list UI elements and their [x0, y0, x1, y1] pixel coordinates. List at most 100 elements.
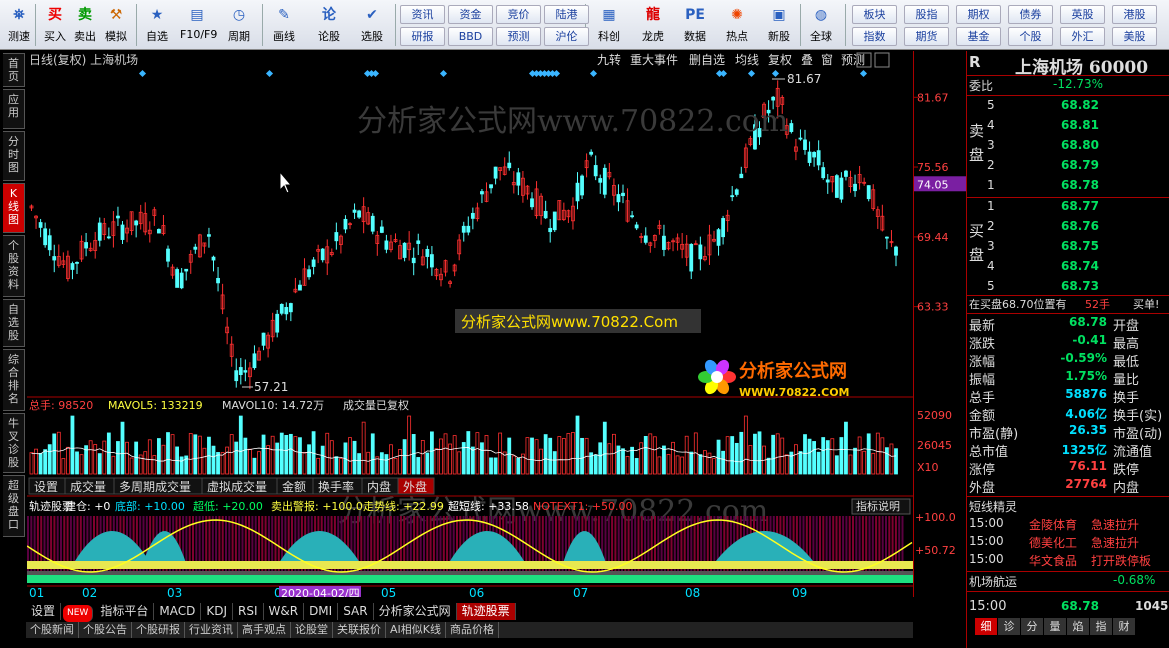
indicator-tab[interactable]: NEW	[63, 605, 94, 622]
market-button[interactable]: 资金	[448, 5, 493, 24]
info-tab[interactable]: 行业资讯	[185, 622, 238, 638]
market-button[interactable]: 外汇	[1060, 27, 1105, 46]
speedtest-button[interactable]: ⛯ 测速	[2, 3, 36, 47]
market-button[interactable]: 指数	[852, 27, 897, 46]
left-tab[interactable]: 自 选 股	[3, 299, 25, 347]
volume-bar	[111, 455, 116, 475]
left-tab[interactable]: 个 股 资 料	[3, 235, 25, 297]
market-button[interactable]: 预测	[496, 27, 541, 46]
candle	[338, 234, 343, 254]
month-label: 03	[167, 586, 182, 597]
indicator-tab[interactable]: RSI	[233, 603, 264, 620]
market-button[interactable]: 港股	[1112, 5, 1157, 24]
quote-tab[interactable]: 细	[975, 618, 997, 635]
info-tab[interactable]: 论股堂	[291, 622, 333, 638]
quote-cell: 52手	[1085, 298, 1110, 311]
market-button[interactable]: 基金	[956, 27, 1001, 46]
info-tab[interactable]: 高手观点	[238, 622, 291, 638]
quote-cell: 4	[987, 259, 995, 273]
left-tab[interactable]: 分 时 图	[3, 131, 25, 181]
watchlist-button[interactable]: ★ 自选	[140, 3, 174, 47]
info-tab[interactable]: 个股研报	[132, 622, 185, 638]
quote-tab[interactable]: 量	[1044, 618, 1066, 635]
period-icon: ◷	[232, 7, 246, 23]
indicator-tab[interactable]: 轨迹股票	[456, 603, 516, 620]
market-button[interactable]: 英股	[1060, 5, 1105, 24]
market-button[interactable]: 竞价	[496, 5, 541, 24]
market-button[interactable]: 陆港	[544, 5, 589, 24]
sell-button[interactable]: 卖卖出	[68, 3, 102, 47]
global-button[interactable]: ◍ 全球	[804, 3, 838, 47]
left-tab[interactable]: 超 级 盘 口	[3, 475, 25, 537]
candle	[743, 143, 748, 173]
stockpick-button[interactable]: ✔ 选股	[355, 3, 389, 47]
drawline-button[interactable]: ✎ 画线	[267, 3, 301, 47]
candle	[370, 213, 375, 235]
left-tab[interactable]: K 线 图	[3, 183, 25, 233]
longhu-button[interactable]: 龍龙虎	[636, 3, 670, 47]
market-button[interactable]: 股指	[904, 5, 949, 24]
volume-bar	[193, 434, 198, 475]
quote-tabs: 细诊分量焰指财	[975, 618, 1136, 635]
info-tab[interactable]: 关联报价	[333, 622, 386, 638]
volume-bar	[275, 442, 280, 475]
quote-tab[interactable]: 分	[1021, 618, 1043, 635]
data-button[interactable]: PE 数据	[678, 3, 712, 47]
newstock-button[interactable]: ▣ 新股	[762, 3, 796, 47]
market-button[interactable]: 美股	[1112, 27, 1157, 46]
simulate-button[interactable]: ⚒ 模拟	[99, 3, 133, 47]
left-tab[interactable]: 综 合 排 名	[3, 349, 25, 411]
indicator-tab[interactable]: 分析家公式网	[374, 603, 457, 620]
candle	[170, 264, 175, 279]
left-tab[interactable]: 牛 叉 诊 股	[3, 413, 25, 473]
discuss-button[interactable]: 论论股	[312, 3, 346, 47]
kline-chart[interactable]: 日线(复权) 上海机场 九转 重大事件 删自选 均线 复权叠窗预测分析家公式网www.70…	[26, 51, 913, 600]
indicator-tab[interactable]: MACD	[154, 603, 202, 620]
indicator-tab[interactable]: W&R	[264, 603, 305, 620]
f10-button[interactable]: ▤ F10/F9	[180, 3, 217, 47]
market-button[interactable]: 期货	[904, 27, 949, 46]
volume-bar	[680, 456, 685, 475]
market-button[interactable]: 债券	[1008, 5, 1053, 24]
volume-bar	[425, 452, 430, 475]
market-button[interactable]: BBD	[448, 27, 493, 46]
left-tab[interactable]: 首 页	[3, 53, 25, 87]
indicator-tab[interactable]: 指标平台	[95, 603, 155, 620]
market-button[interactable]: 沪伦	[544, 27, 589, 46]
low-label: 57.21	[254, 380, 288, 394]
candle	[261, 332, 266, 351]
kechuang-button[interactable]: ▦ 科创	[592, 3, 626, 47]
price-tick: 81.67	[917, 91, 949, 104]
indicator-tab[interactable]: SAR	[338, 603, 374, 620]
quote-tab[interactable]: 焰	[1067, 618, 1089, 635]
buy-button[interactable]: 买买入	[38, 3, 72, 47]
info-tab[interactable]: 商品价格	[446, 622, 499, 638]
volume-bar	[234, 441, 239, 475]
period-button[interactable]: ◷ 周期	[222, 3, 256, 47]
quote-tab[interactable]: 财	[1113, 618, 1135, 635]
candle	[79, 235, 84, 262]
info-tab[interactable]: 个股新闻	[26, 622, 79, 638]
quote-tab[interactable]: 指	[1090, 618, 1112, 635]
market-button[interactable]: 期权	[956, 5, 1001, 24]
info-tab[interactable]: 个股公告	[79, 622, 132, 638]
quote-tab[interactable]: 诊	[998, 618, 1020, 635]
indicator-tab[interactable]: DMI	[304, 603, 339, 620]
market-button[interactable]: 板块	[852, 5, 897, 24]
indicator-tab[interactable]: 设置	[26, 603, 62, 620]
price-tick: 63.33	[917, 301, 949, 314]
indicator-tab[interactable]: KDJ	[201, 603, 233, 620]
volume-bar	[516, 457, 521, 475]
volume-bar	[530, 437, 534, 475]
market-button[interactable]: 个股	[1008, 27, 1053, 46]
candle	[38, 218, 43, 238]
info-tab[interactable]: AI相似K线	[386, 622, 446, 638]
chart-area[interactable]: 日线(复权) 上海机场 九转 重大事件 删自选 均线 复权叠窗预测 分析家公式网www.70…	[26, 51, 913, 600]
divider	[967, 591, 1169, 592]
left-tab[interactable]: 应 用	[3, 89, 25, 129]
hotspot-button[interactable]: ✺ 热点	[720, 3, 754, 47]
market-button[interactable]: 研报	[400, 27, 445, 46]
volume-bar	[525, 437, 530, 475]
candle	[52, 244, 57, 273]
market-button[interactable]: 资讯	[400, 5, 445, 24]
